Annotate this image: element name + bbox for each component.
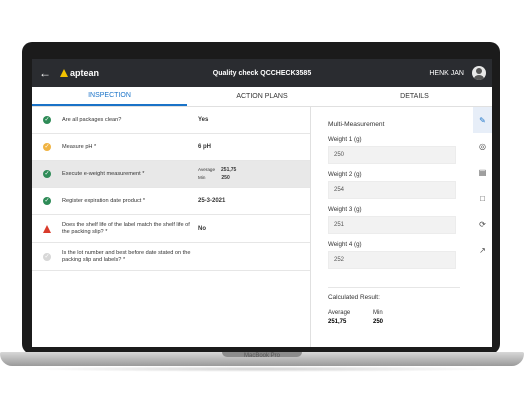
- tab-details[interactable]: DETAILS: [337, 87, 492, 106]
- calc-min-label: Min: [373, 310, 383, 316]
- check-list: ✓ Are all packages clean? Yes ✓ Measure …: [32, 107, 310, 347]
- question-text: Is the lot number and best before date s…: [62, 249, 191, 263]
- panel-divider: [310, 107, 311, 347]
- target-icon[interactable]: ◎: [473, 133, 492, 159]
- list-item[interactable]: Does the shelf life of the label match t…: [32, 215, 310, 243]
- calculated-result: Calculated Result: Average Min 251,75 25…: [328, 287, 460, 325]
- question-text: Register expiration date product *: [62, 197, 146, 204]
- weight-4-label: Weight 4 (g): [328, 241, 362, 248]
- list-item[interactable]: ✓ Register expiration date product * 25-…: [32, 188, 310, 215]
- chart-icon[interactable]: ↗: [473, 237, 492, 263]
- check-circle-icon: ✓: [43, 116, 51, 124]
- average-label: Average: [198, 167, 216, 172]
- measure-icon[interactable]: ✎: [473, 107, 492, 133]
- calc-average-value: 251,75: [328, 319, 347, 325]
- avatar[interactable]: [472, 66, 486, 80]
- question-text: Measure pH *: [62, 143, 97, 150]
- answer-value: 25-3-2021: [198, 198, 226, 204]
- calc-title: Calculated Result:: [328, 294, 380, 301]
- detail-panel: Multi-Measurement Weight 1 (g) 250 Weigh…: [328, 117, 460, 325]
- page-title: Quality check QCCHECK3585: [212, 69, 312, 77]
- weight-2-label: Weight 2 (g): [328, 171, 362, 178]
- refresh-icon[interactable]: ⟳: [473, 211, 492, 237]
- answer-value: No: [198, 225, 206, 232]
- question-text: Are all packages clean?: [62, 116, 122, 123]
- list-item[interactable]: ✓ Execute e-weight measurement * Average…: [32, 161, 310, 188]
- calc-min-value: 250: [373, 319, 384, 325]
- answer-value: 6 pH: [198, 144, 212, 150]
- weight-2-field[interactable]: 254: [328, 181, 456, 199]
- side-rail: ✎ ◎ ▤ □ ⟳ ↗: [473, 107, 492, 347]
- comment-icon[interactable]: □: [473, 185, 492, 211]
- panel-title: Multi-Measurement: [328, 121, 385, 128]
- pending-circle-icon: ✓: [43, 252, 51, 261]
- weight-3-label: Weight 3 (g): [328, 206, 362, 213]
- id-card-icon[interactable]: ▤: [473, 159, 492, 185]
- tab-bar: INSPECTION ACTION PLANS DETAILS: [32, 87, 492, 107]
- average-value: 251,75: [221, 167, 237, 173]
- weight-1-field[interactable]: 250: [328, 146, 456, 164]
- app-header: ← aptean Quality check QCCHECK3585 HENK …: [32, 59, 492, 87]
- weight-4-field[interactable]: 252: [328, 251, 456, 269]
- weight-3-field[interactable]: 251: [328, 216, 456, 234]
- list-item[interactable]: ✓ Are all packages clean? Yes: [32, 107, 310, 134]
- app-screen: ← aptean Quality check QCCHECK3585 HENK …: [32, 59, 492, 347]
- answer-value: Yes: [198, 117, 209, 123]
- laptop-label: MacBook Pro: [243, 353, 280, 359]
- check-circle-icon: ✓: [43, 170, 51, 178]
- check-circle-icon: ✓: [43, 197, 51, 205]
- weight-1-label: Weight 1 (g): [328, 136, 362, 143]
- user-name[interactable]: HENK JAN: [429, 70, 464, 77]
- tab-inspection[interactable]: INSPECTION: [32, 87, 187, 106]
- question-text: Execute e-weight measurement *: [62, 170, 145, 177]
- measurement-summary: Average 251,75 Min 250: [198, 166, 236, 182]
- tab-action-plans[interactable]: ACTION PLANS: [187, 87, 337, 106]
- list-item[interactable]: ✓ Measure pH * 6 pH: [32, 134, 310, 161]
- laptop-shadow: [20, 366, 504, 372]
- question-text: Does the shelf life of the label match t…: [62, 221, 190, 235]
- warning-triangle-icon: [43, 224, 51, 233]
- warning-circle-icon: ✓: [43, 143, 51, 151]
- min-label: Min: [198, 175, 206, 180]
- min-value: 250: [221, 175, 230, 181]
- list-item[interactable]: ✓ Is the lot number and best before date…: [32, 243, 310, 271]
- calc-average-label: Average: [328, 310, 351, 316]
